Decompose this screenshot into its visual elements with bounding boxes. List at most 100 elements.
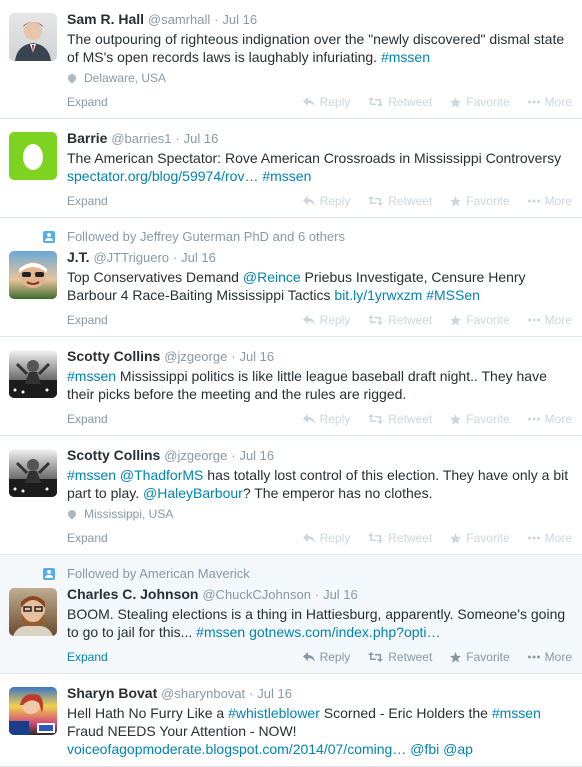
reply-label: Reply [319,531,351,545]
tweet[interactable]: Sam R. Hall @samrhall · Jul 16 The outpo… [0,0,582,119]
retweet-button[interactable]: Retweet [368,95,432,109]
retweet-button[interactable]: Retweet [368,531,432,545]
user-name[interactable]: Sam R. Hall [67,11,144,27]
user-handle[interactable]: @JTTriguero [93,250,169,265]
tweet[interactable]: Barrie @barries1 · Jul 16 The American S… [0,119,582,218]
tweet-time[interactable]: Jul 16 [184,131,219,146]
avatar[interactable] [9,350,57,398]
favorite-button[interactable]: Favorite [450,95,510,109]
follow-context[interactable]: Followed by American Maverick [43,565,572,583]
favorite-button[interactable]: Favorite [450,313,510,327]
user-name[interactable]: Barrie [67,130,107,146]
user-handle[interactable]: @sharynbovat [161,686,245,701]
avatar[interactable] [9,588,57,636]
tweet-link[interactable]: @fbi [410,741,439,757]
expand-link[interactable]: Expand [67,412,108,426]
tweet-link[interactable]: voiceofagopmoderate.blogspot.com/2014/07… [67,741,406,757]
reply-button[interactable]: Reply [302,313,350,327]
tweet-time[interactable]: Jul 16 [323,587,358,602]
tweet-link[interactable]: bit.ly/1yrwxzm [334,287,422,303]
reply-button[interactable]: Reply [302,194,351,208]
tweet-link[interactable]: spectator.org/blog/59974/rov… [67,168,258,184]
tweet-time[interactable]: Jul 16 [239,349,274,364]
location-label[interactable]: Mississippi, USA [84,506,173,522]
star-icon [450,96,462,107]
more-button[interactable]: More [527,412,572,426]
reply-button[interactable]: Reply [302,412,350,426]
star-icon [450,195,462,206]
expand-link[interactable]: Expand [67,531,108,545]
tweet[interactable]: Sharyn Bovat @sharynbovat · Jul 16 Hell … [0,674,582,767]
user-handle[interactable]: @jzgeorge [164,448,227,463]
user-handle[interactable]: @jzgeorge [164,349,227,364]
follow-context-label[interactable]: Followed by Jeffrey Guterman PhD and 6 o… [67,229,345,244]
tweet-link[interactable]: @HaleyBarbour [143,485,243,501]
tweet-link[interactable]: #whistleblower [228,705,320,721]
avatar[interactable] [9,13,57,61]
tweet[interactable]: Scotty Collins @jzgeorge · Jul 16 #mssen… [0,436,582,555]
tweet-link[interactable]: #mssen [381,49,430,65]
retweet-button[interactable]: Retweet [368,194,432,208]
tweet-link[interactable]: @ap [443,741,473,757]
tweet[interactable]: Followed by Jeffrey Guterman PhD and 6 o… [0,218,582,337]
user-name[interactable]: J.T. [67,249,90,265]
tweet-location[interactable]: Mississippi, USA [66,506,572,522]
retweet-button[interactable]: Retweet [368,313,432,327]
reply-button[interactable]: Reply [302,531,351,545]
expand-link[interactable]: Expand [67,95,108,109]
user-name[interactable]: Charles C. Johnson [67,586,198,602]
tweet-link[interactable]: #mssen [196,624,245,640]
expand-link[interactable]: Expand [67,194,108,208]
avatar[interactable] [9,251,57,299]
avatar[interactable] [9,687,57,735]
location-label[interactable]: Delaware, USA [84,70,166,86]
more-button[interactable]: More [527,531,572,545]
tweet-location[interactable]: Delaware, USA [66,70,572,86]
tweet-time[interactable]: Jul 16 [181,250,216,265]
ellipsis-icon [527,318,540,322]
reply-label: Reply [319,194,351,208]
user-name[interactable]: Scotty Collins [67,447,160,463]
reply-button[interactable]: Reply [302,95,350,109]
tweet-time[interactable]: Jul 16 [239,448,274,463]
more-button[interactable]: More [527,95,572,109]
tweet-link[interactable]: #mssen [67,368,116,384]
more-button[interactable]: More [527,194,572,208]
tweet-link[interactable]: @ThadforMS [120,467,203,483]
tweet-link[interactable]: #mssen [262,168,311,184]
tweet[interactable]: Followed by American Maverick Charles C.… [0,555,582,674]
tweet-link[interactable]: gotnews.com/index.php?opti… [249,624,440,640]
favorite-button[interactable]: Favorite [450,531,510,545]
more-button[interactable]: More [527,650,572,664]
user-name[interactable]: Scotty Collins [67,348,160,364]
tweet-link[interactable]: #MSSen [426,287,480,303]
follow-context[interactable]: Followed by Jeffrey Guterman PhD and 6 o… [43,228,572,246]
retweet-button[interactable]: Retweet [368,650,432,664]
tweet[interactable]: Scotty Collins @jzgeorge · Jul 16 #mssen… [0,337,582,436]
expand-link[interactable]: Expand [67,650,108,664]
user-name[interactable]: Sharyn Bovat [67,685,157,701]
reply-button[interactable]: Reply [302,650,350,664]
tweet-link[interactable]: #mssen [67,467,116,483]
tweet-time[interactable]: Jul 16 [257,686,292,701]
user-handle[interactable]: @samrhall [148,12,210,27]
more-button[interactable]: More [527,313,572,327]
expand-link[interactable]: Expand [67,313,108,327]
favorite-button[interactable]: Favorite [450,650,510,664]
ellipsis-icon [527,100,540,104]
tweet-header: Scotty Collins @jzgeorge · Jul 16 [67,347,572,366]
avatar[interactable] [9,449,57,497]
more-label: More [544,313,572,327]
tweet-time[interactable]: Jul 16 [222,12,257,27]
favorite-button[interactable]: Favorite [450,412,510,426]
avatar[interactable] [9,132,57,180]
tweet-link[interactable]: #mssen [492,705,541,721]
follow-context-label[interactable]: Followed by American Maverick [67,566,250,581]
user-handle[interactable]: @ChuckCJohnson [202,587,311,602]
tweet-link[interactable]: @Reince [243,269,301,285]
favorite-button[interactable]: Favorite [450,194,510,208]
avatar-image [13,596,53,636]
user-handle[interactable]: @barries1 [111,131,171,146]
ellipsis-icon [527,536,540,540]
retweet-button[interactable]: Retweet [368,412,432,426]
